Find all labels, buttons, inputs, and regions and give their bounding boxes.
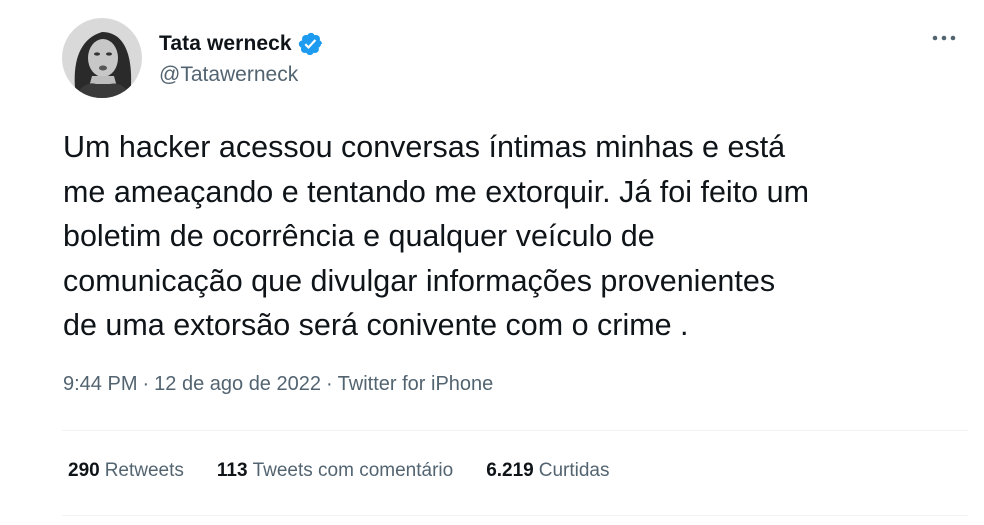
more-options-button[interactable] bbox=[926, 26, 962, 50]
display-name[interactable]: Tata werneck bbox=[159, 32, 292, 56]
likes-count: 6.219 bbox=[486, 460, 534, 481]
tweet-metadata: 9:44 PM · 12 de ago de 2022 · Twitter for iP… bbox=[63, 373, 493, 396]
verified-badge-icon bbox=[298, 31, 324, 57]
meta-separator: · bbox=[142, 373, 150, 395]
tweet-card: Tata werneck @Tatawerneck Um hacker aces… bbox=[0, 0, 984, 525]
divider bbox=[62, 430, 968, 431]
retweets-label: Retweets bbox=[104, 460, 184, 481]
avatar[interactable] bbox=[62, 18, 142, 98]
user-handle[interactable]: @Tatawerneck bbox=[159, 63, 324, 87]
quote-tweets-stat[interactable]: 113 Tweets com comentário bbox=[217, 460, 453, 482]
tweet-date[interactable]: 12 de ago de 2022 bbox=[154, 373, 321, 396]
tweet-text: Um hacker acessou conversas íntimas minh… bbox=[63, 130, 809, 342]
quote-tweets-label: Tweets com comentário bbox=[252, 460, 454, 481]
retweets-stat[interactable]: 290 Retweets bbox=[68, 460, 184, 482]
name-row: Tata werneck bbox=[159, 29, 324, 59]
retweets-count: 290 bbox=[68, 460, 100, 481]
more-options-icon bbox=[932, 35, 956, 41]
user-info: Tata werneck @Tatawerneck bbox=[159, 29, 324, 87]
tweet-time[interactable]: 9:44 PM bbox=[63, 373, 137, 396]
tweet-source[interactable]: Twitter for iPhone bbox=[338, 373, 494, 396]
engagement-stats: 290 Retweets 113 Tweets com comentário 6… bbox=[68, 460, 610, 482]
likes-stat[interactable]: 6.219 Curtidas bbox=[486, 460, 609, 482]
meta-separator: · bbox=[325, 373, 333, 395]
quote-tweets-count: 113 bbox=[216, 460, 248, 481]
likes-label: Curtidas bbox=[538, 460, 610, 481]
divider bbox=[62, 515, 968, 516]
avatar-image bbox=[62, 18, 142, 98]
tweet-header: Tata werneck @Tatawerneck bbox=[62, 18, 324, 98]
